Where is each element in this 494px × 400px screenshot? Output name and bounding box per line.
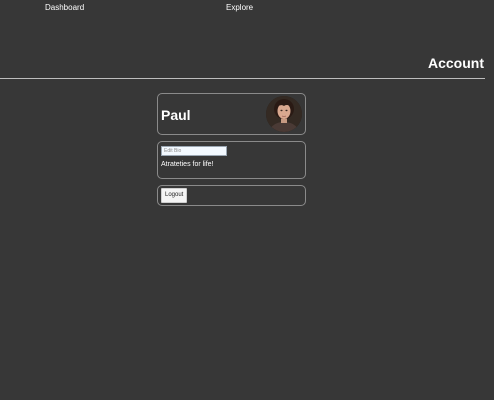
bio-text: Atrateties for life! [161, 161, 214, 168]
nav-explore-link[interactable]: Explore [226, 3, 253, 13]
profile-card: Paul [157, 93, 306, 135]
avatar [266, 96, 302, 132]
nav-dashboard-link[interactable]: Dashboard [45, 3, 84, 13]
account-page: Dashboard Explore Account Paul Edit Bio … [0, 0, 494, 400]
user-avatar-icon [266, 96, 302, 132]
edit-bio-input[interactable] [161, 146, 227, 156]
bio-card: Atrateties for life! [157, 141, 306, 179]
logout-card: Logout [157, 185, 306, 206]
page-title: Account [428, 55, 484, 71]
logout-button[interactable]: Logout [161, 188, 188, 203]
header-divider [0, 78, 485, 79]
profile-name: Paul [161, 107, 191, 123]
